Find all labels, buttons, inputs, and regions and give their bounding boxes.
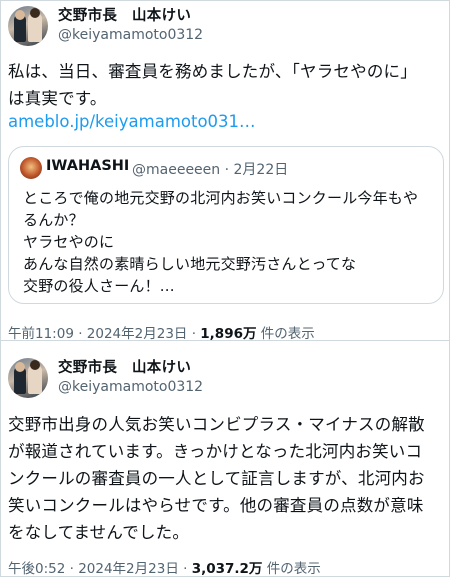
- author-handle[interactable]: @keiyamamoto0312: [58, 379, 203, 395]
- tweet-1[interactable]: 交野市長 山本けい @keiyamamoto0312 私は、当日、審査員を務めま…: [0, 0, 450, 342]
- external-link[interactable]: ameblo.jp/keiyamamoto031…: [8, 112, 256, 131]
- tweet-text-line: 私は、当日、審査員を務めましたが、「ヤラセやのに」: [8, 62, 417, 81]
- avatar[interactable]: [8, 6, 48, 46]
- quoted-text-line: ヤラセやのに: [23, 233, 115, 251]
- tweet-text: 交野市出身の人気お笑いコンビプラス・マイナスの解散 が報道されています。きっかけ…: [8, 411, 444, 546]
- author-name[interactable]: 交野市長 山本けい: [58, 4, 191, 25]
- tweet-text-line: は真実です。: [8, 89, 107, 108]
- author-handle[interactable]: @keiyamamoto0312: [58, 27, 203, 43]
- view-label: 件の表示: [262, 561, 321, 577]
- quoted-text: ところで俺の地元交野の北河内お笑いコンクール今年もや るんか？ ヤラセやのに あ…: [23, 187, 433, 297]
- author-name[interactable]: 交野市長 山本けい: [58, 356, 191, 377]
- tweet-text-line: 笑いコンクールはやらせです。他の審査員の点数が意味: [8, 496, 424, 515]
- tweet-text-line: をなしてませんでした。: [8, 523, 190, 542]
- avatar[interactable]: [8, 358, 48, 398]
- quoted-text-line: ところで俺の地元交野の北河内お笑いコンクール今年もや: [23, 189, 419, 207]
- tweet-text-line: が報道されています。きっかけとなった北河内お笑いコ: [8, 442, 423, 461]
- quoted-avatar[interactable]: [20, 157, 42, 179]
- quoted-text-line: 交野の役人さーん！...: [23, 277, 175, 295]
- quoted-text-line: あんな自然の素晴らしい地元交野汚さんとってな: [23, 255, 357, 273]
- tweet-text-line: ンクールの審査員の一人として証言しますが、北河内お: [8, 469, 425, 488]
- quoted-text-line: るんか？: [23, 211, 84, 229]
- tweet-text-line: 交野市出身の人気お笑いコンビプラス・マイナスの解散: [8, 415, 425, 434]
- tweet-meta: 午後0:52 · 2024年2月23日 · 3,037.2万 件の表示: [8, 557, 321, 577]
- quoted-author-handle[interactable]: @maeeeeen · 2月22日: [132, 159, 288, 179]
- timestamp[interactable]: 午後0:52 · 2024年2月23日 ·: [8, 561, 192, 577]
- view-count: 3,037.2万: [191, 561, 263, 577]
- quoted-author-name[interactable]: IWAHASHI: [46, 158, 129, 174]
- tweet-meta: 午前11:09 · 2024年2月23日 · 1,896万 件の表示: [8, 322, 315, 342]
- tweet-text: 私は、当日、審査員を務めましたが、「ヤラセやのに」 は真実です。: [8, 58, 444, 112]
- quoted-tweet[interactable]: IWAHASHI @maeeeeen · 2月22日 ところで俺の地元交野の北河…: [8, 146, 444, 304]
- tweet-2[interactable]: 交野市長 山本けい @keiyamamoto0312 交野市出身の人気お笑いコン…: [0, 341, 450, 577]
